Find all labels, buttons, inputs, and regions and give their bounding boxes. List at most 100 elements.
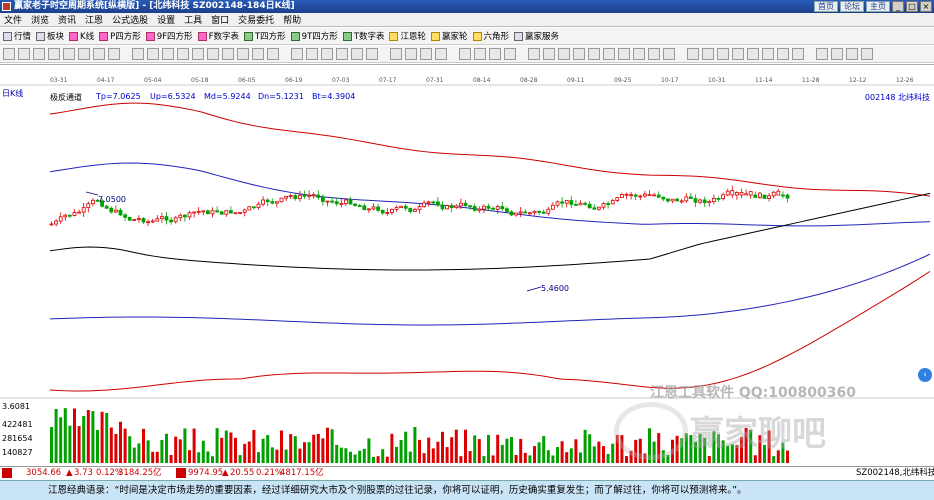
draw-tool-18-icon[interactable]: [291, 48, 303, 60]
draw-tool-41-icon[interactable]: [663, 48, 675, 60]
menu-formula[interactable]: 公式选股: [112, 13, 148, 26]
draw-tool-6-icon[interactable]: [93, 48, 105, 60]
candle-body: [173, 217, 178, 223]
draw-tool-19-icon[interactable]: [306, 48, 318, 60]
minimize-button[interactable]: _: [892, 1, 904, 12]
menu-browse[interactable]: 浏览: [31, 13, 49, 26]
draw-tool-30-icon[interactable]: [489, 48, 501, 60]
draw-tool-32-icon[interactable]: [528, 48, 540, 60]
draw-tool-20-icon[interactable]: [321, 48, 333, 60]
candle-body: [247, 206, 252, 211]
tb-t-square[interactable]: T四方形: [243, 30, 286, 42]
candle-body: [762, 194, 767, 199]
draw-tool-53-icon[interactable]: [861, 48, 873, 60]
draw-tool-42-icon[interactable]: [687, 48, 699, 60]
draw-tool-0-icon[interactable]: [3, 48, 15, 60]
scroll-left-button[interactable]: ‹: [918, 368, 932, 382]
candle-body: [652, 194, 656, 197]
draw-tool-49-icon[interactable]: [792, 48, 804, 60]
draw-tool-8-icon[interactable]: [132, 48, 144, 60]
menu-tools[interactable]: 工具: [184, 13, 202, 26]
draw-tool-35-icon[interactable]: [573, 48, 585, 60]
tb-kline[interactable]: K线: [69, 30, 94, 42]
draw-tool-34-icon[interactable]: [558, 48, 570, 60]
draw-tool-16-icon[interactable]: [252, 48, 264, 60]
draw-tool-4-icon[interactable]: [63, 48, 75, 60]
draw-tool-10-icon[interactable]: [162, 48, 174, 60]
draw-tool-51-icon[interactable]: [831, 48, 843, 60]
tb-winner-wheel[interactable]: 赢家轮: [430, 30, 468, 42]
candle-body: [187, 212, 192, 218]
draw-tool-46-icon[interactable]: [747, 48, 759, 60]
menu-file[interactable]: 文件: [4, 13, 22, 26]
draw-tool-27-icon[interactable]: [435, 48, 447, 60]
draw-tool-48-icon[interactable]: [777, 48, 789, 60]
draw-tool-14-icon[interactable]: [222, 48, 234, 60]
tb-p-square[interactable]: P四方形: [99, 30, 141, 42]
candle-body: [445, 205, 450, 210]
tb-f-table[interactable]: F数字表: [197, 30, 239, 42]
volume-bar: [321, 438, 325, 463]
tb-quotes[interactable]: 行情: [3, 30, 31, 42]
candle-body: [647, 194, 652, 197]
draw-tool-15-icon[interactable]: [237, 48, 249, 60]
draw-tool-22-icon[interactable]: [351, 48, 363, 60]
tb-gann-wheel[interactable]: 江恩轮: [389, 30, 426, 42]
draw-tool-11-icon[interactable]: [177, 48, 189, 60]
draw-tool-36-icon[interactable]: [588, 48, 600, 60]
draw-tool-2-icon[interactable]: [33, 48, 45, 60]
draw-tool-40-icon[interactable]: [648, 48, 660, 60]
volume-bar: [385, 456, 389, 463]
draw-tool-44-icon[interactable]: [717, 48, 729, 60]
draw-tool-47-icon[interactable]: [762, 48, 774, 60]
draw-tool-39-icon[interactable]: [633, 48, 645, 60]
status-bar: 3054.66 ▲ 3.73 0.12% 3184.25亿 9974.95 ▲ …: [0, 466, 934, 479]
draw-tool-17-icon[interactable]: [267, 48, 279, 60]
draw-tool-7-icon[interactable]: [108, 48, 120, 60]
draw-tool-50-icon[interactable]: [816, 48, 828, 60]
menu-window[interactable]: 窗口: [211, 13, 229, 26]
draw-tool-25-icon[interactable]: [405, 48, 417, 60]
candle-body: [431, 201, 436, 204]
tb-sectors[interactable]: 板块: [36, 30, 64, 42]
link-homepage[interactable]: 主页: [866, 1, 890, 12]
menu-settings[interactable]: 设置: [157, 13, 175, 26]
menu-help[interactable]: 帮助: [283, 13, 301, 26]
draw-tool-26-icon[interactable]: [420, 48, 432, 60]
link-home[interactable]: 首页: [814, 1, 838, 12]
tb-t-table[interactable]: T数字表: [342, 30, 384, 42]
draw-tool-3-icon[interactable]: [48, 48, 60, 60]
draw-tool-33-icon[interactable]: [543, 48, 555, 60]
tb-9t-square[interactable]: 9T四方形: [290, 30, 338, 42]
volume-bar: [238, 455, 242, 463]
volume-bar: [625, 456, 628, 463]
draw-tool-29-icon[interactable]: [474, 48, 486, 60]
draw-tool-38-icon[interactable]: [618, 48, 630, 60]
kline-chart-panel[interactable]: 03-31 04-17 05-04 05-18 06-05 06-19 07-03 07-17…: [0, 64, 934, 463]
draw-tool-21-icon[interactable]: [336, 48, 348, 60]
volume-bar: [142, 428, 145, 463]
volume-bar: [211, 456, 214, 463]
draw-tool-43-icon[interactable]: [702, 48, 714, 60]
close-button[interactable]: ×: [920, 1, 932, 12]
draw-tool-37-icon[interactable]: [603, 48, 615, 60]
draw-tool-24-icon[interactable]: [390, 48, 402, 60]
draw-tool-23-icon[interactable]: [366, 48, 378, 60]
draw-tool-28-icon[interactable]: [459, 48, 471, 60]
draw-tool-31-icon[interactable]: [504, 48, 516, 60]
maximize-button[interactable]: □: [906, 1, 918, 12]
tb-hexagon[interactable]: 六角形: [472, 30, 509, 42]
tb-9f-square[interactable]: 9F四方形: [145, 30, 193, 42]
draw-tool-5-icon[interactable]: [78, 48, 90, 60]
draw-tool-12-icon[interactable]: [192, 48, 204, 60]
menu-gann[interactable]: 江恩: [85, 13, 103, 26]
draw-tool-1-icon[interactable]: [18, 48, 30, 60]
link-forum[interactable]: 论坛: [840, 1, 864, 12]
draw-tool-52-icon[interactable]: [846, 48, 858, 60]
draw-tool-9-icon[interactable]: [147, 48, 159, 60]
draw-tool-13-icon[interactable]: [207, 48, 219, 60]
draw-tool-45-icon[interactable]: [732, 48, 744, 60]
menu-info[interactable]: 资讯: [58, 13, 76, 26]
menu-trade[interactable]: 交易委托: [238, 13, 274, 26]
tb-winner-service[interactable]: 赢家服务: [514, 30, 559, 42]
